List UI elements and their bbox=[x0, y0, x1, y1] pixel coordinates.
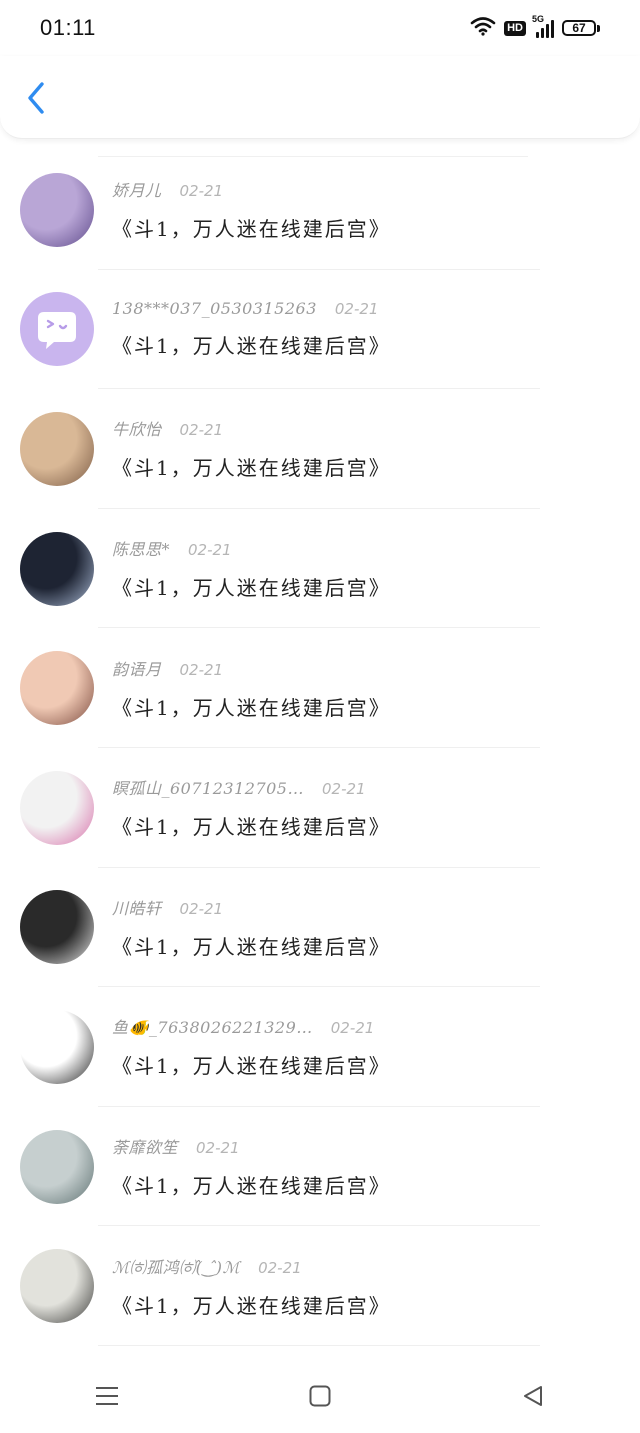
comment-meta: ℳ㈍孤鸿㈍(̂‿̂)ℳ 02-21 bbox=[112, 1254, 391, 1278]
comment-texts: 138***037_0530315263 02-21 《斗1，万人迷在线建后宫》 bbox=[112, 299, 391, 359]
avatar[interactable] bbox=[20, 1249, 94, 1324]
back-button[interactable] bbox=[18, 78, 54, 118]
menu-button[interactable] bbox=[77, 1371, 137, 1421]
comment-text: 《斗1，万人迷在线建后宫》 bbox=[112, 217, 391, 242]
top-header bbox=[0, 56, 640, 139]
wifi-icon bbox=[470, 16, 496, 40]
comment-date: 02-21 bbox=[196, 1139, 240, 1158]
username[interactable]: 韵语月 bbox=[112, 656, 162, 680]
list-item[interactable]: 瞑孤山_60712312705… 02-21 《斗1，万人迷在线建后宫》 bbox=[0, 748, 640, 868]
comment-meta: 荼靡欲笙 02-21 bbox=[112, 1134, 391, 1158]
list-item[interactable]: ℳ㈍孤鸿㈍(̂‿̂)ℳ 02-21 《斗1，万人迷在线建后宫》 bbox=[0, 1226, 640, 1346]
avatar[interactable] bbox=[20, 1129, 94, 1204]
avatar[interactable] bbox=[20, 292, 94, 367]
comment-meta: 138***037_0530315263 02-21 bbox=[112, 299, 391, 318]
list-item[interactable]: 川皓轩 02-21 《斗1，万人迷在线建后宫》 bbox=[0, 868, 640, 988]
comment-text: 《斗1，万人迷在线建后宫》 bbox=[112, 815, 391, 840]
comment-meta: 娇月儿 02-21 bbox=[112, 177, 391, 201]
list-item[interactable]: 韵语月 02-21 《斗1，万人迷在线建后宫》 bbox=[0, 628, 640, 748]
chat-bubble-icon bbox=[38, 312, 76, 350]
comment-texts: 韵语月 02-21 《斗1，万人迷在线建后宫》 bbox=[112, 656, 391, 721]
comment-text: 《斗1，万人迷在线建后宫》 bbox=[112, 576, 391, 601]
comment-texts: 荼靡欲笙 02-21 《斗1，万人迷在线建后宫》 bbox=[112, 1134, 391, 1199]
status-bar: 01:11 HD 5G 67 bbox=[0, 0, 640, 56]
comment-date: 02-21 bbox=[330, 1019, 375, 1038]
comment-text: 《斗1，万人迷在线建后宫》 bbox=[112, 334, 391, 359]
comment-meta: 瞑孤山_60712312705… 02-21 bbox=[112, 775, 391, 799]
username[interactable]: 荼靡欲笙 bbox=[112, 1134, 178, 1158]
battery-level: 67 bbox=[562, 20, 596, 36]
avatar[interactable] bbox=[20, 651, 94, 726]
avatar[interactable] bbox=[20, 411, 94, 486]
comment-text: 《斗1，万人迷在线建后宫》 bbox=[112, 1293, 391, 1318]
comment-texts: 牛欣怡 02-21 《斗1，万人迷在线建后宫》 bbox=[112, 416, 391, 481]
comment-texts: 鱼🐠_7638026221329… 02-21 《斗1，万人迷在线建后宫》 bbox=[112, 1014, 391, 1079]
status-time: 01:11 bbox=[40, 15, 96, 40]
comment-text: 《斗1，万人迷在线建后宫》 bbox=[112, 934, 391, 959]
comment-text: 《斗1，万人迷在线建后宫》 bbox=[112, 1054, 391, 1079]
comment-date: 02-21 bbox=[179, 660, 224, 679]
list-item[interactable]: 138***037_0530315263 02-21 《斗1，万人迷在线建后宫》 bbox=[0, 270, 640, 390]
avatar[interactable] bbox=[20, 172, 94, 247]
system-nav-bar bbox=[0, 1358, 640, 1433]
username[interactable]: 川皓轩 bbox=[112, 895, 162, 919]
username[interactable]: 陈思思* bbox=[112, 536, 170, 560]
list-item[interactable]: 牛欣怡 02-21 《斗1，万人迷在线建后宫》 bbox=[0, 389, 640, 509]
home-button[interactable] bbox=[290, 1371, 350, 1421]
comment-texts: 川皓轩 02-21 《斗1，万人迷在线建后宫》 bbox=[112, 895, 391, 960]
menu-icon bbox=[95, 1386, 118, 1405]
comment-text: 《斗1，万人迷在线建后宫》 bbox=[112, 1174, 391, 1199]
chevron-left-icon bbox=[28, 82, 44, 114]
avatar[interactable] bbox=[20, 1009, 94, 1084]
comment-date: 02-21 bbox=[188, 541, 232, 560]
comment-texts: 娇月儿 02-21 《斗1，万人迷在线建后宫》 bbox=[112, 177, 391, 242]
username[interactable]: 138***037_0530315263 bbox=[112, 299, 317, 318]
comment-texts: 陈思思* 02-21 《斗1，万人迷在线建后宫》 bbox=[112, 536, 391, 601]
comment-date: 02-21 bbox=[321, 780, 366, 799]
battery-icon: 67 bbox=[562, 20, 600, 36]
username[interactable]: 娇月儿 bbox=[112, 177, 162, 201]
comment-meta: 陈思思* 02-21 bbox=[112, 536, 391, 560]
comment-date: 02-21 bbox=[334, 300, 379, 319]
username[interactable]: 瞑孤山_60712312705… bbox=[112, 775, 304, 799]
comment-date: 02-21 bbox=[179, 182, 224, 201]
username[interactable]: 牛欣怡 bbox=[112, 416, 162, 440]
system-back-button[interactable] bbox=[503, 1371, 563, 1421]
username[interactable]: ℳ㈍孤鸿㈍(̂‿̂)ℳ bbox=[112, 1254, 240, 1278]
back-triangle-icon bbox=[524, 1385, 543, 1406]
comment-meta: 牛欣怡 02-21 bbox=[112, 416, 391, 440]
comment-date: 02-21 bbox=[179, 899, 224, 918]
network-type: 5G bbox=[532, 14, 545, 24]
comment-list: 娇月儿 02-21 《斗1，万人迷在线建后宫》 138***037_053031… bbox=[0, 150, 640, 1346]
avatar[interactable] bbox=[20, 770, 94, 845]
username[interactable]: 鱼🐠_7638026221329… bbox=[112, 1014, 313, 1038]
list-item[interactable]: 娇月儿 02-21 《斗1，万人迷在线建后宫》 bbox=[0, 150, 640, 270]
comment-date: 02-21 bbox=[179, 421, 224, 440]
home-square-icon bbox=[309, 1385, 331, 1406]
avatar[interactable] bbox=[20, 890, 94, 965]
comment-date: 02-21 bbox=[258, 1258, 302, 1277]
comment-meta: 川皓轩 02-21 bbox=[112, 895, 391, 919]
comment-texts: 瞑孤山_60712312705… 02-21 《斗1，万人迷在线建后宫》 bbox=[112, 775, 391, 840]
hd-badge: HD bbox=[504, 20, 526, 36]
comment-text: 《斗1，万人迷在线建后宫》 bbox=[112, 456, 391, 481]
list-item[interactable]: 鱼🐠_7638026221329… 02-21 《斗1，万人迷在线建后宫》 bbox=[0, 987, 640, 1107]
list-item[interactable]: 陈思思* 02-21 《斗1，万人迷在线建后宫》 bbox=[0, 509, 640, 629]
signal-icon: 5G bbox=[532, 14, 554, 38]
comment-texts: ℳ㈍孤鸿㈍(̂‿̂)ℳ 02-21 《斗1，万人迷在线建后宫》 bbox=[112, 1254, 391, 1319]
comment-text: 《斗1，万人迷在线建后宫》 bbox=[112, 695, 391, 720]
comment-meta: 鱼🐠_7638026221329… 02-21 bbox=[112, 1014, 391, 1038]
avatar[interactable] bbox=[20, 531, 94, 606]
status-icons: HD 5G 67 bbox=[470, 14, 600, 40]
comment-meta: 韵语月 02-21 bbox=[112, 656, 391, 680]
list-item[interactable]: 荼靡欲笙 02-21 《斗1，万人迷在线建后宫》 bbox=[0, 1107, 640, 1227]
